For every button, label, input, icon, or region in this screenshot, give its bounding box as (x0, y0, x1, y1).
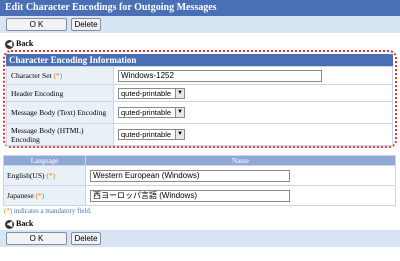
form-row: Header Encoding quted-printable ▼ (6, 84, 393, 102)
text-body-encoding-value: quted-printable (121, 108, 172, 117)
back-label: Back (16, 39, 34, 48)
field-value: quted-printable ▼ (113, 123, 393, 146)
bottom-button-bar: O K Delete (0, 230, 400, 247)
text-body-encoding-select[interactable]: quted-printable ▼ (118, 107, 185, 118)
header-encoding-select[interactable]: quted-printable ▼ (118, 87, 185, 99)
form-row: Character Set (*) Windows-1252 (6, 66, 393, 85)
section-title: Character Encoding Information (6, 54, 393, 66)
name-cell: 西ヨーロッパ言語 (Windows) (85, 185, 396, 206)
form-row: Message Body (HTML) Encoding quted-print… (6, 123, 393, 146)
mandatory-note-text: indicates a mandatory field. (12, 207, 92, 215)
back-label: Back (16, 219, 34, 228)
field-value: Windows-1252 (113, 66, 393, 85)
delete-button[interactable]: Delete (71, 232, 101, 245)
table-header-row: Language Name (3, 155, 396, 166)
field-value: quted-printable ▼ (113, 84, 393, 102)
required-marker: (*) (35, 191, 45, 200)
required-marker: (*) (4, 207, 13, 215)
top-button-bar: O K Delete (0, 16, 400, 33)
name-column-header: Name (85, 155, 396, 166)
back-arrow-icon: ◀ (5, 219, 14, 229)
form-row: Message Body (Text) Encoding quted-print… (6, 101, 393, 124)
ok-button[interactable]: O K (6, 232, 67, 245)
ok-button[interactable]: O K (6, 18, 67, 31)
table-row: Japanese (*) 西ヨーロッパ言語 (Windows) (3, 185, 396, 206)
encoding-form: Character Set (*) Windows-1252 Header En… (6, 66, 393, 146)
japanese-name-input[interactable]: 西ヨーロッパ言語 (Windows) (90, 189, 290, 202)
character-set-label: Character Set (11, 71, 52, 80)
page-title: Edit Character Encodings for Outgoing Me… (0, 0, 400, 16)
back-arrow-icon: ◀ (5, 39, 14, 49)
japanese-label: Japanese (7, 191, 34, 200)
header-encoding-value: quted-printable (121, 88, 172, 98)
language-label: Japanese (*) (3, 185, 86, 206)
html-body-encoding-value: quted-printable (121, 130, 172, 139)
english-label: English(US) (7, 171, 45, 180)
character-set-input[interactable]: Windows-1252 (118, 69, 322, 82)
delete-button[interactable]: Delete (71, 18, 101, 31)
required-marker: (*) (53, 71, 63, 80)
html-body-encoding-label: Message Body (HTML) Encoding (6, 123, 114, 146)
mandatory-note: (*) indicates a mandatory field. (4, 207, 92, 215)
chevron-down-icon: ▼ (175, 108, 184, 117)
required-marker: (*) (46, 171, 56, 180)
header-encoding-label: Header Encoding (6, 84, 114, 102)
back-link[interactable]: ◀ Back (5, 38, 33, 49)
chevron-down-icon: ▼ (175, 88, 184, 98)
name-cell: Western European (Windows) (85, 165, 396, 186)
language-label: English(US) (*) (3, 165, 86, 186)
html-body-encoding-select[interactable]: quted-printable ▼ (118, 129, 185, 140)
back-link[interactable]: ◀ Back (5, 218, 33, 229)
language-table: Language Name English(US) (*) Western Eu… (3, 155, 396, 206)
text-body-encoding-label: Message Body (Text) Encoding (6, 101, 114, 124)
language-column-header: Language (3, 155, 86, 166)
table-row: English(US) (*) Western European (Window… (3, 165, 396, 186)
english-name-input[interactable]: Western European (Windows) (90, 169, 290, 182)
field-value: quted-printable ▼ (113, 101, 393, 124)
chevron-down-icon: ▼ (175, 130, 184, 139)
field-label: Character Set (*) (6, 66, 114, 85)
